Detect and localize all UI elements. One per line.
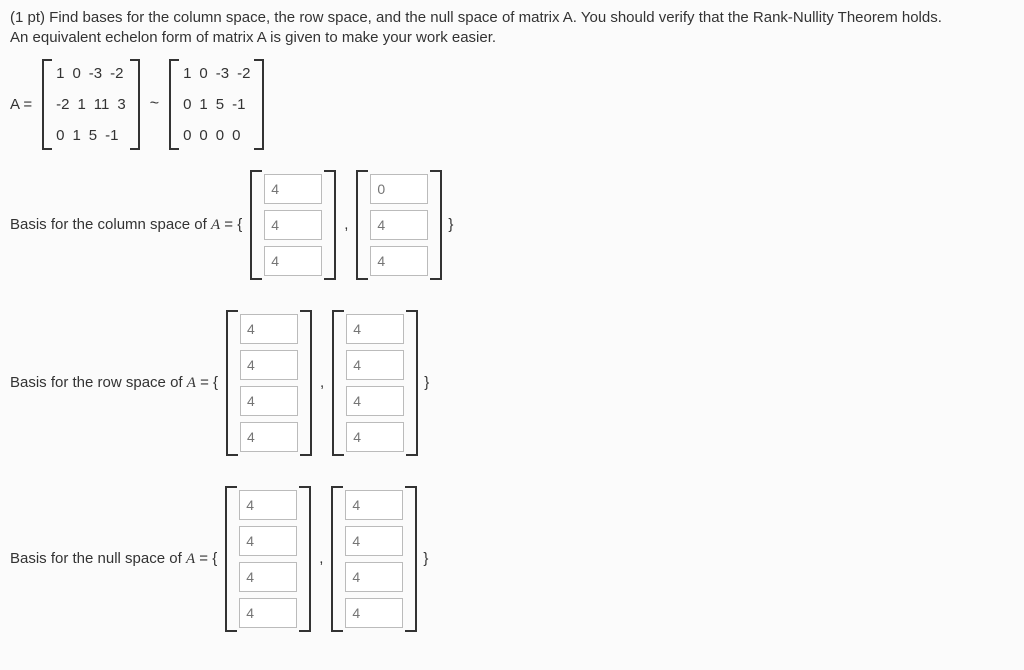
row-space-row: Basis for the row space of A = { , }: [10, 310, 1014, 456]
row-v2-3[interactable]: [346, 386, 404, 416]
col-v1-2[interactable]: [264, 210, 322, 240]
null-v1-3[interactable]: [239, 562, 297, 592]
row-v2-2[interactable]: [346, 350, 404, 380]
problem-line2: An equivalent echelon form of matrix A i…: [10, 29, 496, 46]
null-v2-4[interactable]: [345, 598, 403, 628]
close-brace: }: [448, 216, 453, 233]
col-vec-2: [356, 170, 442, 280]
row-vec-1: [226, 310, 312, 456]
comma: ,: [344, 216, 348, 233]
null-v1-1[interactable]: [239, 490, 297, 520]
column-space-row: Basis for the column space of A = { , }: [10, 170, 1014, 280]
row-v1-4[interactable]: [240, 422, 298, 452]
null-space-row: Basis for the null space of A = { , }: [10, 486, 1014, 632]
comma: ,: [320, 374, 324, 391]
null-v2-3[interactable]: [345, 562, 403, 592]
row-vec-2: [332, 310, 418, 456]
null-v1-4[interactable]: [239, 598, 297, 628]
comma: ,: [319, 550, 323, 567]
col-v2-1[interactable]: [370, 174, 428, 204]
col-v2-3[interactable]: [370, 246, 428, 276]
null-space-label: Basis for the null space of A = {: [10, 550, 217, 568]
matrix-A: 1 0 -3 -2 -2 1 11 3 0 1 5 -1: [42, 59, 140, 150]
problem-statement: (1 pt) Find bases for the column space, …: [10, 8, 1014, 49]
matrix-echelon: 1 0 -3 -2 0 1 5 -1 0 0 0 0: [169, 59, 264, 150]
close-brace: }: [423, 550, 428, 567]
close-brace: }: [424, 374, 429, 391]
null-v2-2[interactable]: [345, 526, 403, 556]
row-v2-1[interactable]: [346, 314, 404, 344]
null-vec-1: [225, 486, 311, 632]
col-v1-1[interactable]: [264, 174, 322, 204]
row-space-label: Basis for the row space of A = {: [10, 374, 218, 392]
matrix-A-label: A =: [10, 96, 32, 113]
col-v1-3[interactable]: [264, 246, 322, 276]
null-v1-2[interactable]: [239, 526, 297, 556]
row-v2-4[interactable]: [346, 422, 404, 452]
row-v1-1[interactable]: [240, 314, 298, 344]
row-v1-2[interactable]: [240, 350, 298, 380]
matrix-definition: A = 1 0 -3 -2 -2 1 11 3 0 1 5 -1 ~ 1 0 -…: [10, 59, 1014, 150]
null-v2-1[interactable]: [345, 490, 403, 520]
col-vec-1: [250, 170, 336, 280]
row-v1-3[interactable]: [240, 386, 298, 416]
tilde-symbol: ~: [150, 95, 159, 113]
null-vec-2: [331, 486, 417, 632]
col-v2-2[interactable]: [370, 210, 428, 240]
problem-line1: (1 pt) Find bases for the column space, …: [10, 9, 942, 26]
column-space-label: Basis for the column space of A = {: [10, 216, 242, 234]
